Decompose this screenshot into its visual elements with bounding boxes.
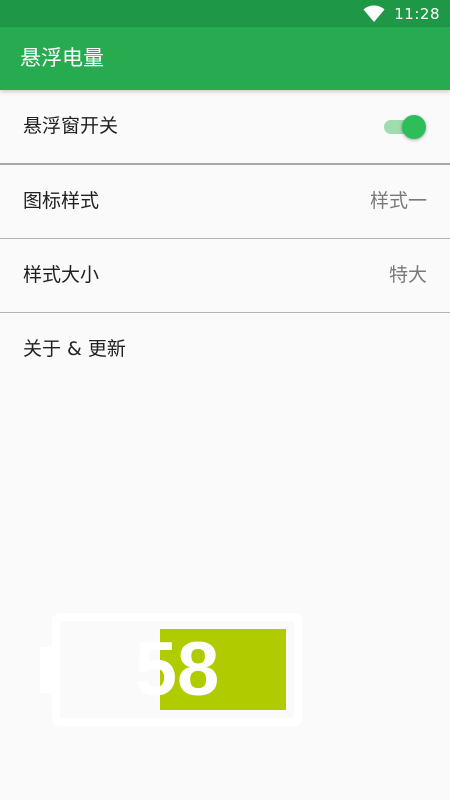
setting-label: 关于 & 更新 <box>23 338 126 360</box>
status-icons: 11:28 <box>363 0 440 27</box>
setting-icon-style[interactable]: 图标样式 样式一 <box>0 165 450 239</box>
app-title: 悬浮电量 <box>20 46 104 70</box>
battery-preview[interactable]: 58 <box>40 613 302 726</box>
battery-terminal <box>40 647 52 693</box>
toggle-thumb <box>402 115 426 139</box>
wifi-icon <box>363 5 385 22</box>
status-time: 11:28 <box>394 4 440 23</box>
status-bar: 11:28 <box>0 0 450 27</box>
setting-value: 样式一 <box>369 190 427 212</box>
setting-label: 图标样式 <box>23 190 100 212</box>
setting-style-size[interactable]: 样式大小 特大 <box>0 239 450 313</box>
floating-window-toggle[interactable] <box>384 114 426 140</box>
battery-level-text: 58 <box>134 627 220 712</box>
setting-about-update[interactable]: 关于 & 更新 <box>0 313 450 386</box>
setting-floating-window-switch[interactable]: 悬浮窗开关 <box>0 90 450 165</box>
setting-value: 特大 <box>388 264 427 286</box>
setting-label: 样式大小 <box>23 264 100 286</box>
app-bar: 悬浮电量 <box>0 27 450 90</box>
settings-list: 悬浮窗开关 图标样式 样式一 样式大小 特大 关于 & 更新 <box>0 90 450 386</box>
setting-label: 悬浮窗开关 <box>23 115 119 137</box>
